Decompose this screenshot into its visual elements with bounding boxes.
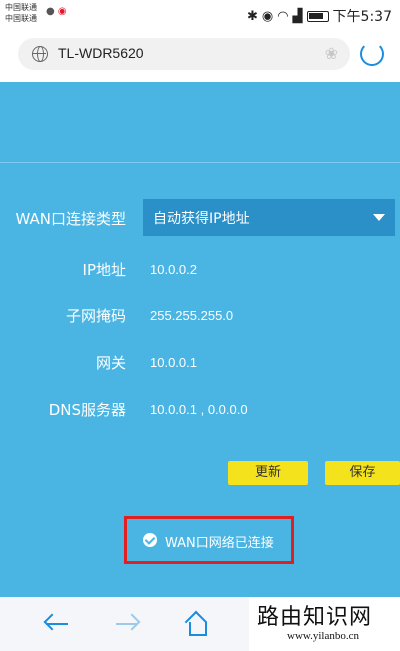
wechat-icon: ●	[46, 6, 55, 17]
subnet-value: 255.255.255.0	[150, 308, 234, 323]
bluetooth-icon: ✱	[246, 8, 258, 24]
status-bar: 中国联通 中国联通 ● ◉ ✱ ◉ ◠ ▟ 下午5:37	[0, 0, 400, 28]
chevron-down-icon	[373, 214, 385, 221]
wan-type-select[interactable]: 自动获得IP地址	[143, 199, 395, 236]
connection-status-text: WAN口网络已连接	[165, 536, 274, 551]
watermark-title: 路由知识网	[257, 605, 373, 630]
url-text[interactable]: TL-WDR5620	[58, 45, 144, 61]
subnet-label: 子网掩码	[65, 307, 126, 325]
dns-value: 10.0.0.1 , 0.0.0.0	[150, 402, 248, 417]
divider	[0, 162, 400, 163]
dns-label: DNS服务器	[48, 401, 126, 419]
arrow-right-head	[123, 613, 141, 631]
refresh-button[interactable]: 更新	[228, 461, 308, 485]
notification-icons: ● ◉	[46, 6, 67, 17]
home-icon-body	[189, 622, 207, 636]
wifi-icon: ◠	[277, 8, 289, 24]
battery-icon	[306, 10, 329, 22]
back-button[interactable]	[43, 613, 74, 637]
watermark-url: www.yilanbo.cn	[287, 630, 359, 642]
save-button[interactable]: 保存	[325, 461, 400, 485]
home-button[interactable]	[184, 610, 216, 637]
signal-icon: ▟	[292, 8, 303, 24]
address-bar[interactable]: TL-WDR5620 ❀	[18, 38, 350, 70]
gateway-label: 网关	[95, 354, 126, 372]
arrow-left-head	[43, 613, 61, 631]
watermark: 路由知识网 www.yilanbo.cn	[249, 597, 400, 651]
paw-icon[interactable]: ❀	[325, 44, 338, 63]
clock: 下午5:37	[332, 9, 392, 25]
ip-value: 10.0.0.2	[150, 262, 197, 277]
wan-settings-panel: WAN口连接类型 自动获得IP地址 IP地址 10.0.0.2 子网掩码 255…	[0, 82, 400, 597]
globe-icon	[32, 46, 48, 62]
ip-label: IP地址	[82, 261, 126, 279]
carrier-1: 中国联通	[5, 3, 37, 12]
wan-type-value: 自动获得IP地址	[153, 211, 250, 227]
wan-type-label: WAN口连接类型	[15, 210, 127, 228]
browser-toolbar: TL-WDR5620 ❀	[0, 28, 400, 82]
connection-status: WAN口网络已连接	[124, 516, 294, 564]
gateway-value: 10.0.0.1	[150, 355, 197, 370]
eye-icon: ◉	[261, 8, 274, 24]
weibo-icon: ◉	[57, 6, 67, 17]
forward-button[interactable]	[114, 613, 144, 637]
check-circle-icon	[143, 533, 157, 547]
status-bar-right: ✱ ◉ ◠ ▟ 下午5:37	[247, 6, 392, 26]
refresh-icon[interactable]	[360, 42, 384, 66]
carrier-2: 中国联通	[5, 14, 37, 23]
